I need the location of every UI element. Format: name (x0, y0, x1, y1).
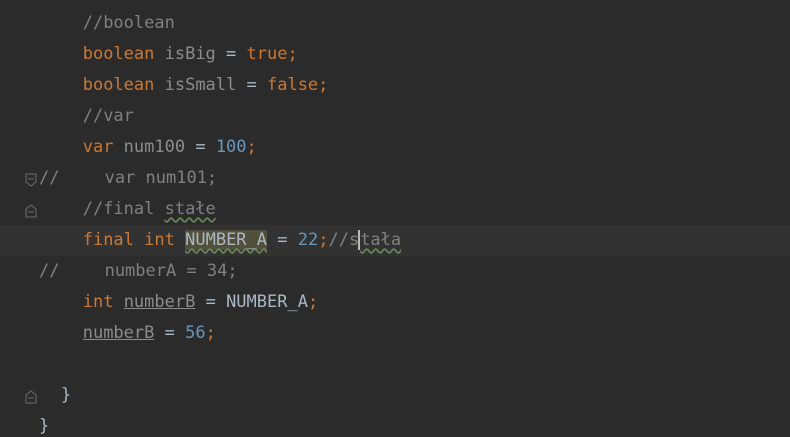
code-line[interactable]: numberB = 56; (0, 318, 790, 349)
code-token: tała (360, 230, 402, 250)
code-text: var num100 = 100; (83, 132, 257, 163)
line-comment-marker: // (39, 168, 60, 188)
code-line[interactable]: var num100 = 100; (0, 132, 790, 163)
code-token: ; (307, 292, 319, 312)
code-text: numberB = 56; (83, 318, 216, 349)
code-token: ; (205, 323, 216, 343)
code-line[interactable]: //boolean (0, 8, 790, 39)
code-token: = (267, 230, 298, 250)
code-token: = (215, 44, 247, 64)
code-text: //boolean (83, 8, 175, 39)
code-text: //var (83, 101, 134, 132)
code-token: var (82, 137, 114, 157)
code-line[interactable]: } (0, 380, 790, 411)
code-token: boolean (82, 44, 155, 64)
code-token: NUMBER_A (226, 292, 308, 312)
code-token: 100 (215, 137, 247, 157)
code-token: } (60, 385, 72, 405)
code-line[interactable] (0, 349, 790, 380)
code-text: } (39, 411, 49, 437)
code-token: boolean (82, 75, 155, 95)
line-comment-marker: // (39, 261, 60, 281)
code-token: int (144, 230, 175, 250)
code-token: isBig (154, 44, 216, 64)
code-text: boolean isBig = true; (83, 39, 298, 70)
code-line[interactable]: final int NUMBER_A = 22;//stała (0, 225, 790, 256)
code-token: ; (318, 75, 329, 95)
code-token: //final (82, 199, 165, 219)
code-token: = (185, 137, 216, 157)
code-line[interactable]: } (0, 411, 790, 437)
code-line[interactable]: boolean isBig = true; (0, 39, 790, 70)
code-line[interactable]: // numberA = 34; (0, 256, 790, 287)
code-token: //var (82, 106, 134, 126)
code-token: false (266, 75, 319, 95)
code-token: = (195, 292, 227, 312)
code-token: numberB (123, 292, 196, 312)
code-token: //s (328, 230, 360, 250)
code-token: 22 (297, 230, 319, 250)
code-token: ; (246, 137, 257, 157)
code-token: //boolean (82, 13, 175, 33)
code-token: ; (287, 44, 298, 64)
code-text: int numberB = NUMBER_A; (83, 287, 318, 318)
code-token: numberA = 34; (104, 261, 238, 281)
code-text: final int NUMBER_A = 22;//stała (83, 225, 401, 256)
code-token: NUMBER_A (185, 230, 268, 250)
code-token: int (82, 292, 114, 312)
code-text: var num101; (105, 163, 218, 194)
code-token: 56 (185, 323, 206, 343)
code-token: } (39, 416, 50, 436)
code-token: num100 (113, 137, 186, 157)
code-text: boolean isSmall = false; (83, 70, 329, 101)
code-text: //final stałe (83, 194, 216, 225)
code-editor[interactable]: //boolean boolean isBig = true; boolean is… (0, 0, 790, 437)
code-token: true (246, 44, 288, 64)
code-line[interactable]: int numberB = NUMBER_A; (0, 287, 790, 318)
code-token: ; (318, 230, 329, 250)
code-text: } (61, 380, 71, 411)
code-line[interactable]: //var (0, 101, 790, 132)
code-token: = (154, 323, 186, 343)
code-token: final (82, 230, 134, 250)
code-line[interactable]: boolean isSmall = false; (0, 70, 790, 101)
code-line[interactable]: // var num101; (0, 163, 790, 194)
code-token: var num101; (104, 168, 218, 188)
code-token: stałe (164, 199, 216, 219)
code-text: numberA = 34; (105, 256, 238, 287)
code-token: numberB (82, 323, 155, 343)
code-token: isSmall (154, 75, 237, 95)
code-token: = (236, 75, 267, 95)
code-line[interactable]: //final stałe (0, 194, 790, 225)
